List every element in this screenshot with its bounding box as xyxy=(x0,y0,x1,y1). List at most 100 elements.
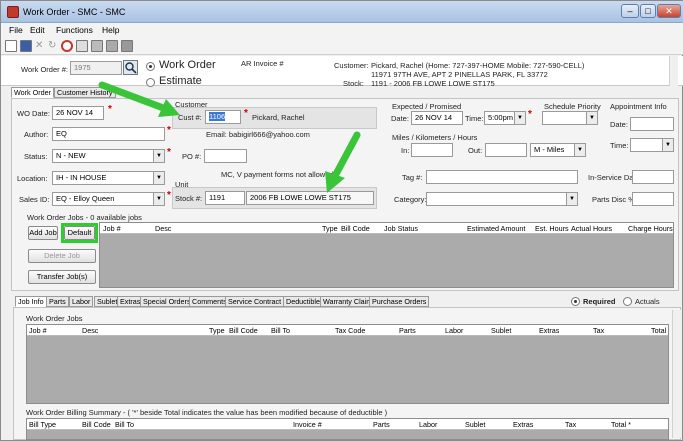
required-marker: * xyxy=(528,109,532,120)
schedule-priority-select[interactable]: ▼ xyxy=(542,111,598,125)
title-bar: Work Order - SMC - SMC – □ ✕ xyxy=(1,1,683,23)
column-header: Bill To xyxy=(271,326,291,335)
column-header: Labor xyxy=(419,420,438,429)
chevron-down-icon: ▼ xyxy=(153,172,164,184)
tab-deductible[interactable]: Deductible xyxy=(283,296,323,307)
column-header: Bill Code xyxy=(82,420,111,429)
author-field[interactable]: EQ xyxy=(52,127,165,141)
schedule-priority-label: Schedule Priority xyxy=(544,102,601,111)
delete-job-button[interactable]: Delete Job xyxy=(28,249,96,263)
location-value: IH - IN HOUSE xyxy=(56,173,107,182)
column-header: Estimated Amount xyxy=(467,224,526,233)
wo-jobs-grid[interactable]: Job # Desc Type Bill Code Bill To Tax Co… xyxy=(26,324,669,404)
search-icon[interactable] xyxy=(123,60,138,75)
billing-grid[interactable]: Bill Type Bill Code Bill To Invoice # Pa… xyxy=(26,418,669,440)
parts-disc-field[interactable] xyxy=(632,192,674,206)
wo-number-field[interactable]: 1975 xyxy=(70,61,122,75)
cancel-icon[interactable] xyxy=(61,40,73,52)
default-button[interactable]: Default xyxy=(64,226,95,240)
close-icon[interactable]: ✕ xyxy=(657,4,681,18)
new-icon[interactable] xyxy=(5,40,17,52)
miles-in-field[interactable] xyxy=(411,143,453,157)
tab-comments[interactable]: Comments xyxy=(189,296,230,307)
column-header: Desc xyxy=(155,224,172,233)
panel-scrollbar[interactable] xyxy=(672,310,681,438)
status-label: Status: xyxy=(24,152,48,161)
header-scrollbar[interactable] xyxy=(669,56,678,86)
copy-icon[interactable] xyxy=(76,40,88,52)
menu-functions[interactable]: Functions xyxy=(56,25,93,35)
maximize-icon[interactable]: □ xyxy=(640,4,656,18)
column-header: Actual Hours xyxy=(571,224,613,233)
expected-time-label: Time: xyxy=(465,114,484,123)
green-arrow-cust xyxy=(98,81,180,117)
add-job-button[interactable]: Add Job xyxy=(28,226,58,240)
transfer-jobs-button[interactable]: Transfer Job(s) xyxy=(28,270,96,284)
tab-job-info[interactable]: Job Info xyxy=(15,296,47,307)
appointment-date-label: Date: xyxy=(610,120,628,129)
expected-date-field[interactable]: 26 NOV 14 xyxy=(411,111,463,125)
column-header: Total xyxy=(651,326,667,335)
radio-work-order-label: Work Order xyxy=(159,59,216,71)
menu-file[interactable]: File xyxy=(9,25,23,35)
in-service-date-field[interactable] xyxy=(632,170,674,184)
tab-work-order[interactable]: Work Order xyxy=(11,87,55,98)
stock-number-field[interactable]: 1191 xyxy=(205,191,245,205)
tab-special-orders[interactable]: Special Orders xyxy=(140,296,194,307)
column-header: Invoice # xyxy=(293,420,322,429)
tab-labor[interactable]: Labor xyxy=(69,296,94,307)
radio-actuals[interactable] xyxy=(623,297,632,306)
expected-group-label: Expected / Promised xyxy=(392,102,462,111)
location-select[interactable]: IH - IN HOUSE ▼ xyxy=(52,171,165,185)
radio-work-order[interactable] xyxy=(146,62,155,71)
header-customer-label: Customer: xyxy=(334,61,369,70)
tag-field[interactable] xyxy=(426,170,578,184)
money-icon[interactable] xyxy=(106,40,118,52)
category-select[interactable]: ▼ xyxy=(426,192,578,206)
required-marker: * xyxy=(167,190,171,201)
po-field[interactable] xyxy=(204,149,247,163)
miles-out-field[interactable] xyxy=(485,143,527,157)
tab-purchase-orders[interactable]: Purchase Orders xyxy=(369,296,430,307)
column-header: Parts xyxy=(373,420,390,429)
column-header: Est. Hours xyxy=(535,224,569,233)
appointment-time-label: Time: xyxy=(610,141,629,150)
radio-required[interactable] xyxy=(571,297,580,306)
wo-jobs-grid-header: Job # Desc Type Bill Code Bill To Tax Co… xyxy=(27,325,668,336)
save-icon[interactable] xyxy=(20,40,32,52)
wo-number-label: Work Order #: xyxy=(21,65,68,74)
cust-number-field[interactable]: 1106 xyxy=(205,110,241,124)
jobs-grid[interactable]: Job # Desc Type Bill Code Job Status Est… xyxy=(99,222,674,288)
chevron-down-icon: ▼ xyxy=(514,112,525,124)
miles-in-label: In: xyxy=(401,146,410,155)
column-header: Bill Code xyxy=(341,224,370,233)
tab-parts[interactable]: Parts xyxy=(46,296,69,307)
menu-edit[interactable]: Edit xyxy=(30,25,45,35)
location-label: Location: xyxy=(17,174,48,183)
refresh-icon[interactable]: ↻ xyxy=(48,40,60,52)
appointment-date-field[interactable] xyxy=(630,117,674,131)
appointment-time-select[interactable]: ▼ xyxy=(630,138,674,152)
status-value: N - NEW xyxy=(56,151,86,160)
column-header: Tax Code xyxy=(335,326,366,335)
delete-icon[interactable]: ✕ xyxy=(35,40,47,52)
minimize-icon[interactable]: – xyxy=(621,4,639,18)
wo-jobs-title: Work Order Jobs xyxy=(26,314,83,323)
print-icon[interactable] xyxy=(91,40,103,52)
column-header: Parts xyxy=(399,326,416,335)
menu-bar: File Edit Functions Help xyxy=(1,23,683,37)
header-stock-label: Stock: xyxy=(343,79,364,86)
status-select[interactable]: N - NEW ▼ xyxy=(52,149,165,163)
cust-name: Pickard, Rachel xyxy=(252,113,305,122)
tab-warranty-claim[interactable]: Warranty Claim xyxy=(320,296,376,307)
billing-summary-title: Work Order Billing Summary - ( '*' besid… xyxy=(26,408,388,417)
tab-service-contract[interactable]: Service Contract xyxy=(225,296,285,307)
menu-help[interactable]: Help xyxy=(102,25,119,35)
parts-disc-label: Parts Disc %: xyxy=(592,195,638,204)
expected-time-select[interactable]: 5:00pm ▼ xyxy=(484,111,526,125)
report-icon[interactable] xyxy=(121,40,133,52)
miles-unit-select[interactable]: M - Miles ▼ xyxy=(530,143,586,157)
sales-id-select[interactable]: EQ - Elloy Queen ▼ xyxy=(52,192,165,206)
column-header: Sublet xyxy=(465,420,486,429)
billing-grid-header: Bill Type Bill Code Bill To Invoice # Pa… xyxy=(27,419,668,430)
